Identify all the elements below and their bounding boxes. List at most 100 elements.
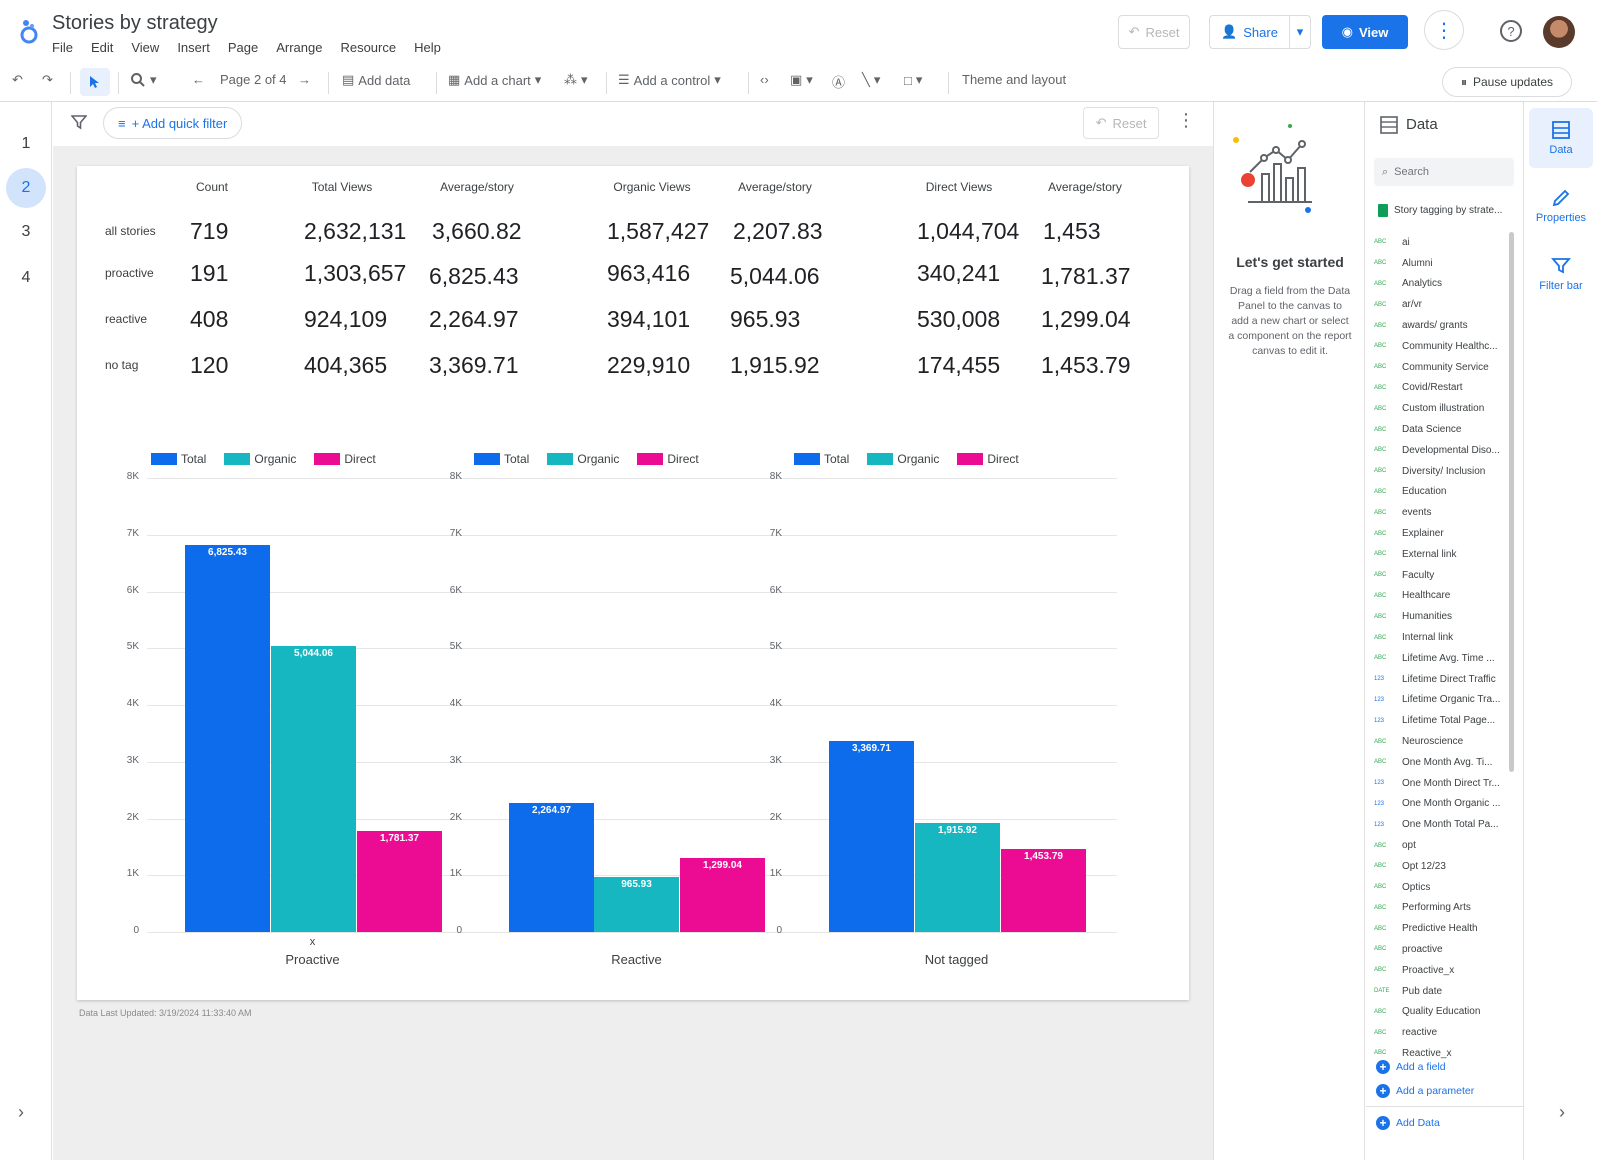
help-icon[interactable]: ?	[1500, 20, 1522, 42]
field-item[interactable]: ABC awards/ grants	[1374, 315, 1504, 336]
view-button[interactable]: ◉ View	[1322, 15, 1408, 49]
line-icon[interactable]: ╲ ▾	[862, 72, 880, 88]
field-item[interactable]: ABC Community Healthc...	[1374, 336, 1504, 357]
add-field-button[interactable]: + Add a field	[1376, 1060, 1446, 1074]
add-chart-button[interactable]: ▦ Add a chart ▾	[448, 72, 541, 88]
previous-page-icon[interactable]: ←	[192, 72, 205, 87]
field-item[interactable]: ABC Lifetime Avg. Time ...	[1374, 648, 1504, 669]
add-data-source-button[interactable]: + Add Data	[1376, 1116, 1440, 1130]
filter-icon[interactable]	[70, 114, 88, 135]
field-item[interactable]: ABC Healthcare	[1374, 586, 1504, 607]
field-item[interactable]: ABC Analytics	[1374, 274, 1504, 295]
field-item[interactable]: ABC events	[1374, 502, 1504, 523]
rail-properties-button[interactable]: Properties	[1529, 176, 1593, 236]
field-item[interactable]: ABC Neuroscience	[1374, 731, 1504, 752]
field-item[interactable]: ABC Predictive Health	[1374, 918, 1504, 939]
rail-data-button[interactable]: Data	[1529, 108, 1593, 168]
field-item[interactable]: ABC proactive	[1374, 939, 1504, 960]
select-tool-icon[interactable]	[80, 68, 110, 96]
add-data-button[interactable]: ▤ Add data	[342, 72, 410, 88]
field-item[interactable]: ABC ar/vr	[1374, 294, 1504, 315]
share-dropdown-button[interactable]: ▾	[1289, 15, 1311, 49]
bar-organic[interactable]	[915, 823, 1000, 932]
pause-updates-button[interactable]: ⏸ Pause updates	[1442, 67, 1572, 97]
menu-view[interactable]: View	[131, 40, 159, 55]
field-item[interactable]: ABC External link	[1374, 544, 1504, 565]
bar-organic[interactable]	[271, 645, 356, 932]
field-item[interactable]: ABC Education	[1374, 482, 1504, 503]
bar-total[interactable]	[185, 544, 270, 932]
image-icon[interactable]: ▣ ▾	[790, 72, 813, 88]
menu-page[interactable]: Page	[228, 40, 258, 55]
field-item[interactable]: ABC Diversity/ Inclusion	[1374, 461, 1504, 482]
field-item[interactable]: ABC Faculty	[1374, 565, 1504, 586]
field-item[interactable]: DATE Pub date	[1374, 981, 1504, 1002]
chevron-right-icon[interactable]: ›	[18, 1102, 24, 1123]
field-item[interactable]: 123 One Month Total Pa...	[1374, 814, 1504, 835]
field-item[interactable]: 123 One Month Organic ...	[1374, 794, 1504, 815]
field-item[interactable]: ABC Optics	[1374, 877, 1504, 898]
add-quick-filter-button[interactable]: ≡ + Add quick filter	[103, 107, 243, 139]
add-parameter-button[interactable]: + Add a parameter	[1376, 1084, 1474, 1098]
data-source-item[interactable]: Story tagging by strate...	[1378, 204, 1502, 217]
field-item[interactable]: ABC opt	[1374, 835, 1504, 856]
chevron-right-icon[interactable]: ›	[1559, 1102, 1565, 1123]
field-item[interactable]: ABC Developmental Diso...	[1374, 440, 1504, 461]
field-item[interactable]: ABC Alumni	[1374, 253, 1504, 274]
looker-studio-logo-icon[interactable]	[18, 18, 40, 49]
field-item[interactable]: 123 One Month Direct Tr...	[1374, 773, 1504, 794]
field-item[interactable]: ABC Custom illustration	[1374, 398, 1504, 419]
page-indicator[interactable]: Page 2 of 4	[220, 72, 287, 87]
report-title[interactable]: Stories by strategy	[52, 12, 218, 35]
share-button[interactable]: 👤 Share	[1209, 15, 1289, 49]
field-item[interactable]: ABC reactive	[1374, 1022, 1504, 1043]
code-icon[interactable]: ‹›	[760, 72, 769, 87]
page-3-button[interactable]: 3	[6, 212, 46, 252]
bar-total[interactable]	[829, 740, 914, 932]
next-page-icon[interactable]: →	[298, 72, 311, 87]
menu-resource[interactable]: Resource	[340, 40, 396, 55]
bar-direct[interactable]	[357, 830, 442, 932]
field-item[interactable]: 123 Lifetime Organic Tra...	[1374, 690, 1504, 711]
field-item[interactable]: ABC Data Science	[1374, 419, 1504, 440]
rail-filter-bar-button[interactable]: Filter bar	[1529, 244, 1593, 304]
canvas-reset-button[interactable]: ↶ Reset	[1083, 107, 1159, 139]
zoom-icon[interactable]: ▾	[130, 72, 157, 88]
menu-file[interactable]: File	[52, 40, 73, 55]
more-options-button[interactable]: ⋮	[1424, 10, 1464, 50]
page-1-button[interactable]: 1	[6, 124, 46, 164]
shape-icon[interactable]: □ ▾	[904, 72, 922, 88]
field-item[interactable]: 123 Lifetime Total Page...	[1374, 710, 1504, 731]
field-item[interactable]: ABC One Month Avg. Ti...	[1374, 752, 1504, 773]
field-item[interactable]: ABC Opt 12/23	[1374, 856, 1504, 877]
page-2-button[interactable]: 2	[6, 168, 46, 208]
menu-insert[interactable]: Insert	[177, 40, 210, 55]
field-list-scrollbar[interactable]	[1509, 232, 1514, 772]
field-item[interactable]: ABC Internal link	[1374, 627, 1504, 648]
community-viz-icon[interactable]: ⁂ ▾	[564, 72, 588, 88]
field-item[interactable]: 123 Lifetime Direct Traffic	[1374, 669, 1504, 690]
theme-and-layout-button[interactable]: Theme and layout	[962, 72, 1066, 87]
bar-total[interactable]	[509, 803, 594, 932]
add-control-button[interactable]: ☰ Add a control ▾	[618, 72, 721, 88]
field-item[interactable]: ABC ai	[1374, 232, 1504, 253]
field-item[interactable]: ABC Performing Arts	[1374, 898, 1504, 919]
field-item[interactable]: ABC Humanities	[1374, 606, 1504, 627]
field-item[interactable]: ABC Covid/Restart	[1374, 378, 1504, 399]
field-item[interactable]: ABC Explainer	[1374, 523, 1504, 544]
field-item[interactable]: ABC Community Service	[1374, 357, 1504, 378]
data-search-input[interactable]: ⌕ Search	[1374, 158, 1514, 186]
page-4-button[interactable]: 4	[6, 258, 46, 298]
menu-edit[interactable]: Edit	[91, 40, 113, 55]
redo-icon[interactable]: ↷	[42, 72, 53, 88]
text-box-icon[interactable]: Ⓐ	[832, 72, 845, 91]
avatar[interactable]	[1543, 16, 1575, 48]
reset-button[interactable]: ↶ Reset	[1118, 15, 1190, 49]
field-item[interactable]: ABC Quality Education	[1374, 1001, 1504, 1022]
menu-help[interactable]: Help	[414, 40, 441, 55]
undo-icon[interactable]: ↶	[12, 72, 23, 88]
report-page[interactable]: Count Total Views Average/story Organic …	[77, 166, 1189, 1000]
field-item[interactable]: ABC Proactive_x	[1374, 960, 1504, 981]
menu-arrange[interactable]: Arrange	[276, 40, 322, 55]
more-vert-icon[interactable]: ⋮	[1177, 110, 1195, 131]
